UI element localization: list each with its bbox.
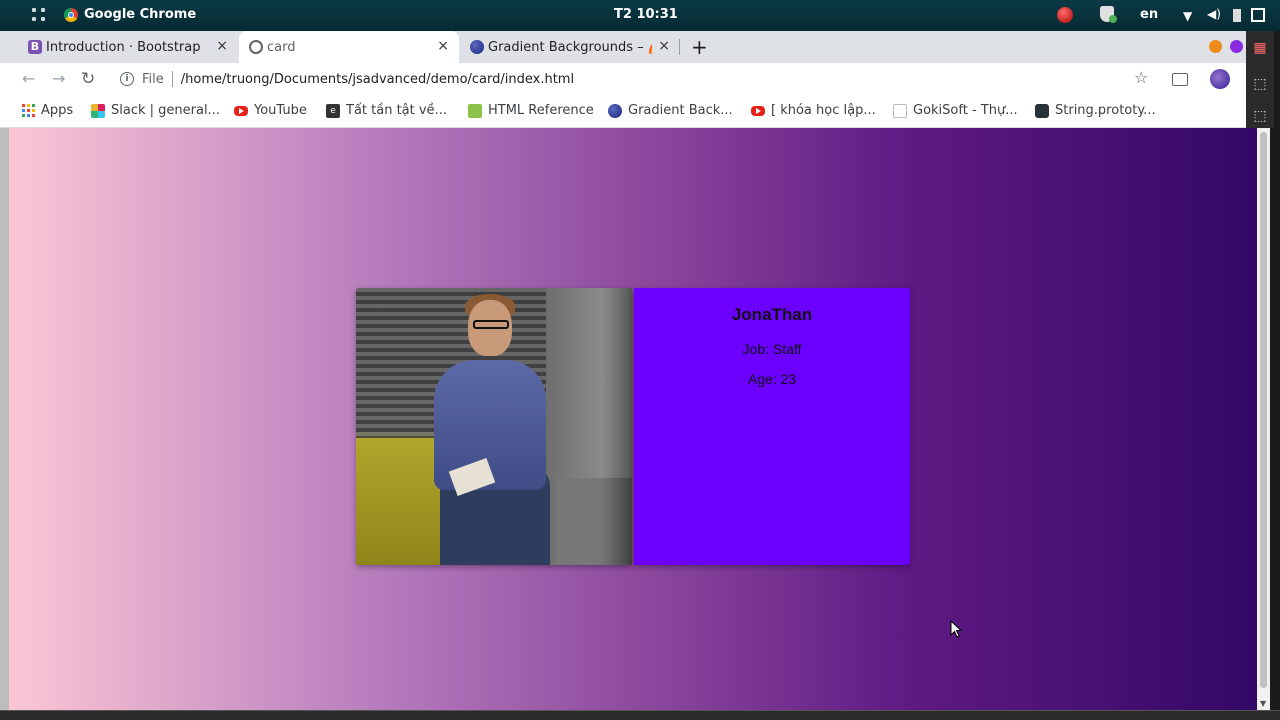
globe-icon [249,40,263,54]
chrome-icon [64,7,78,22]
bookmark-label: Apps [41,103,74,118]
tab-separator [679,39,680,55]
activities-grid-icon[interactable] [32,8,46,22]
wifi-icon[interactable]: ▼ [1183,9,1192,23]
gokisoft-icon [893,103,907,118]
screenshot-icon[interactable]: ⬚ [1253,109,1267,123]
profile-age: Age: 23 [747,371,797,387]
tab-close-icon[interactable]: × [216,38,228,54]
profile-photo [356,288,632,565]
bookmark-star-icon[interactable]: ☆ [1134,68,1148,87]
profile-card: JonaThan Job: Staff Age: 23 [356,288,910,565]
tab-gradient-backgrounds[interactable]: Gradient Backgrounds – 🌈 × [460,31,680,63]
system-clock[interactable]: T2 10:31 [614,7,678,22]
bookmark-html-reference[interactable]: HTML Reference [468,103,594,118]
info-icon[interactable]: i [120,72,134,86]
tab-title: Introduction · Bootstrap [46,39,201,55]
os-top-bar: Google Chrome T2 10:31 en ▼ ◀) [0,0,1280,31]
language-indicator[interactable]: en [1140,7,1158,22]
html-reference-icon [468,103,482,118]
bookmark-label: Tất tần tật về... [346,103,447,118]
scroll-down-arrow-icon[interactable]: ▼ [1260,699,1266,708]
photo-edge-shade [602,288,632,565]
bookmark-label: HTML Reference [488,103,594,118]
youtube-icon [751,105,765,116]
bootstrap-icon: B [28,40,42,54]
bookmark-youtube[interactable]: YouTube [234,103,307,118]
gradient-icon [608,103,622,118]
bookmark-string-prototype[interactable]: String.prototy... [1035,103,1156,118]
tab-title: card [267,39,296,55]
url-divider [171,71,173,87]
app-name-label: Google Chrome [84,7,197,22]
record-icon[interactable]: ▦ [1253,41,1267,55]
window-left-edge [0,128,9,710]
string-prototype-icon [1035,103,1049,118]
bookmark-apps[interactable]: Apps [22,103,73,118]
active-app-name[interactable]: Google Chrome [64,7,196,22]
profile-info-panel: JonaThan Job: Staff Age: 23 [634,288,910,565]
back-arrow-icon[interactable]: ← [22,69,35,88]
tab-strip: B Introduction · Bootstrap × card × Grad… [0,31,1246,63]
forward-arrow-icon[interactable]: → [52,69,65,88]
tab-introduction-bootstrap[interactable]: B Introduction · Bootstrap × [18,31,238,63]
reload-icon[interactable]: ↻ [81,69,95,89]
scrollbar-thumb[interactable] [1260,132,1267,688]
new-tab-button[interactable]: + [691,35,708,59]
bookmark-label: YouTube [254,103,307,118]
volume-icon[interactable]: ◀) [1207,7,1221,21]
url-text[interactable]: /home/truong/Documents/jsadvanced/demo/c… [181,72,574,87]
e-icon: e [326,103,340,118]
profile-job: Job: Staff [742,341,802,357]
bookmark-label: [ khóa học lập... [771,103,876,118]
tab-close-icon[interactable]: × [658,38,670,54]
page-viewport: JonaThan Job: Staff Age: 23 [9,128,1257,710]
url-scheme: File [142,71,164,87]
bookmark-label: String.prototy... [1055,103,1156,118]
window-right-edge [1270,128,1280,710]
bookmarks-bar: Apps Slack | general... YouTube e Tất tầ… [0,96,1246,128]
window-maximize-icon[interactable] [1251,8,1265,22]
battery-icon[interactable] [1233,9,1241,22]
tab-title: Gradient Backgrounds – 🌈 [488,39,652,55]
bookmark-slack[interactable]: Slack | general... [91,103,220,118]
tab-close-icon[interactable]: × [437,38,449,54]
taskbar-strip [0,710,1280,720]
bookmark-label: GokiSoft - Thự... [913,103,1018,118]
bookmark-tat-tan-tat[interactable]: e Tất tần tật về... [326,103,447,118]
photo-person-glasses [473,320,509,329]
vertical-scrollbar[interactable]: ▼ [1257,128,1270,710]
bookmark-gradient-backgrounds[interactable]: Gradient Back... [608,103,733,118]
record-indicator-icon[interactable] [1057,7,1073,23]
bookmark-gokisoft[interactable]: GokiSoft - Thự... [893,103,1018,118]
gradient-icon [470,40,484,54]
slack-icon [91,103,105,118]
bookmark-label: Gradient Back... [628,103,733,118]
youtube-icon [234,105,248,116]
tab-card[interactable]: card × [239,31,459,63]
bookmark-label: Slack | general... [111,103,220,118]
profile-avatar[interactable] [1210,69,1230,89]
extension-purple-icon[interactable] [1230,40,1243,53]
browser-toolbar: ← → ↻ i File /home/truong/Documents/jsad… [0,63,1246,96]
shield-icon[interactable] [1100,6,1117,23]
extension-orange-icon[interactable] [1209,40,1222,53]
cast-icon[interactable] [1172,73,1188,86]
profile-name: JonaThan [731,305,813,324]
apps-grid-icon [22,104,35,117]
bookmark-khoa-hoc-lap[interactable]: [ khóa học lập... [751,103,876,118]
address-bar[interactable]: i File /home/truong/Documents/jsadvanced… [108,65,1158,93]
region-capture-icon[interactable]: ⬚ [1253,77,1267,91]
